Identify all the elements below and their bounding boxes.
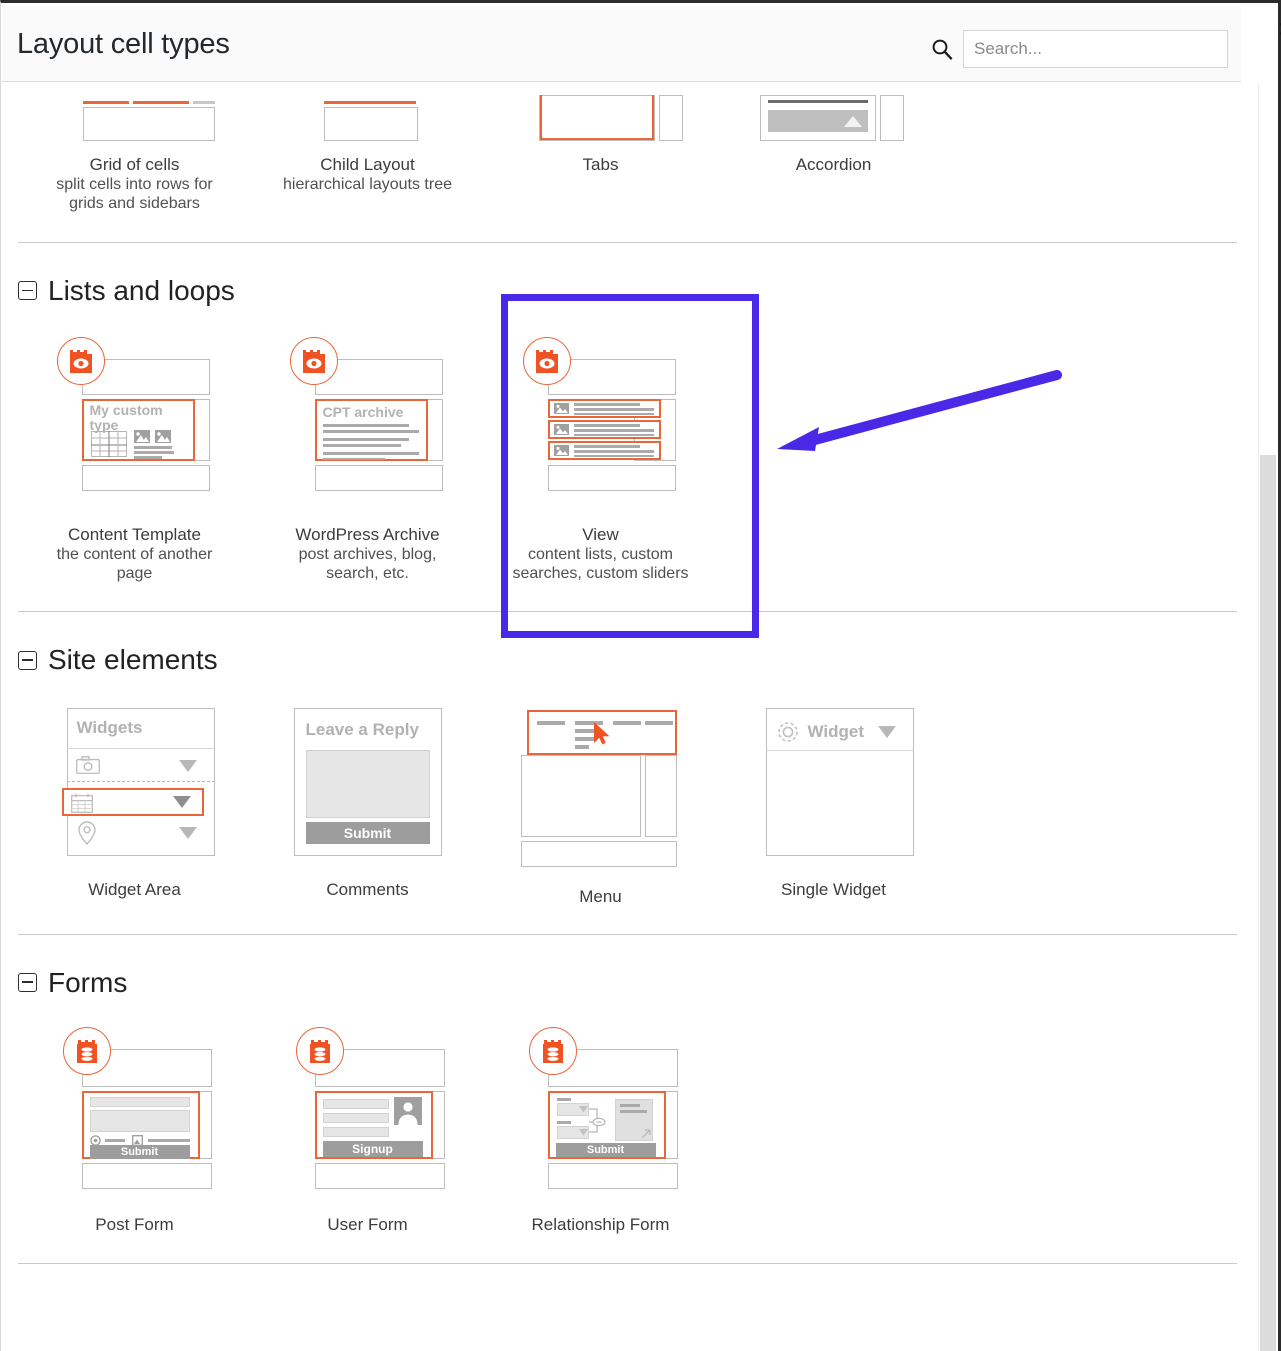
card-relationship-form[interactable]: Submit Relationship Form — [484, 1027, 717, 1235]
section-divider — [18, 934, 1237, 935]
card-title: Child Layout — [320, 154, 415, 175]
card-subtitle: the content of another page — [40, 545, 230, 583]
card-title: Single Widget — [781, 879, 886, 900]
section-header-forms[interactable]: Forms — [2, 967, 1241, 999]
dialog-body: Grid of cells split cells into rows for … — [2, 83, 1241, 1351]
scrollbar-thumb[interactable] — [1260, 455, 1276, 1351]
card-subtitle: content lists, custom searches, custom s… — [506, 545, 696, 583]
section-divider — [18, 242, 1237, 243]
eye-badge-icon — [290, 337, 338, 385]
section-title: Forms — [48, 967, 127, 999]
card-child-layout[interactable]: Child Layout hierarchical layouts tree — [251, 83, 484, 214]
card-title: Grid of cells — [90, 154, 180, 175]
card-comments[interactable]: Leave a Reply Submit Comments — [251, 708, 484, 907]
search-area — [931, 30, 1228, 68]
thumb-view — [521, 337, 681, 515]
section-divider — [18, 1263, 1237, 1264]
search-input[interactable] — [963, 30, 1228, 68]
vertical-scrollbar[interactable] — [1258, 83, 1275, 1351]
dialog-header: Layout cell types — [2, 6, 1241, 82]
close-icon[interactable]: ✖ — [1277, 17, 1281, 42]
card-wordpress-archive[interactable]: CPT archive WordPress Archive post archi… — [251, 337, 484, 584]
card-menu[interactable]: Menu — [484, 708, 717, 907]
form-badge-icon — [63, 1027, 111, 1075]
card-post-form[interactable]: Submit Post Form — [18, 1027, 251, 1235]
layout-cell-types-dialog: Layout cell types ✖ — [0, 0, 1281, 1351]
thumb-child-layout — [294, 83, 442, 145]
thumb-user-form: Signup — [288, 1027, 448, 1205]
card-title: Tabs — [583, 154, 619, 175]
thumb-grid-of-cells — [61, 83, 209, 145]
mock-submit-button: Submit — [556, 1143, 656, 1157]
thumb-widget-area: Widgets — [55, 708, 215, 870]
card-title: Widget Area — [88, 879, 181, 900]
section-site-elements-row: Widgets — [2, 708, 1241, 907]
section-lists-and-loops-row: My custom type — [2, 337, 1241, 584]
card-title: Menu — [579, 886, 622, 907]
page-title: Layout cell types — [17, 28, 230, 61]
card-tabs[interactable]: Tabs — [484, 83, 717, 214]
section-title: Site elements — [48, 644, 218, 676]
mock-label: Leave a Reply — [306, 720, 419, 740]
card-title: WordPress Archive — [295, 524, 439, 545]
thumb-tabs — [527, 83, 675, 145]
mock-signup-button: Signup — [323, 1141, 423, 1157]
card-widget-area[interactable]: Widgets — [18, 708, 251, 907]
card-single-widget[interactable]: Widget Single Widget — [717, 708, 950, 907]
thumb-single-widget: Widget — [754, 708, 914, 870]
mock-submit-button: Submit — [90, 1145, 190, 1159]
mock-label: Widgets — [77, 718, 143, 738]
card-title: View — [582, 524, 619, 545]
card-user-form[interactable]: Signup User Form — [251, 1027, 484, 1235]
mock-label: Widget — [808, 722, 865, 742]
collapse-minus-icon[interactable] — [18, 651, 37, 670]
card-title: Post Form — [95, 1214, 173, 1235]
section-forms-row: Submit Post Form — [2, 1027, 1241, 1235]
eye-badge-icon — [523, 337, 571, 385]
thumb-menu — [521, 708, 681, 870]
section-header-site-elements[interactable]: Site elements — [2, 644, 1241, 676]
form-badge-icon — [296, 1027, 344, 1075]
thumb-comments: Leave a Reply Submit — [288, 708, 448, 870]
collapse-minus-icon[interactable] — [18, 973, 37, 992]
card-view[interactable]: View content lists, custom searches, cus… — [484, 337, 717, 584]
card-title: Content Template — [68, 524, 201, 545]
card-title: Comments — [326, 879, 408, 900]
card-accordion[interactable]: Accordion — [717, 83, 950, 214]
thumb-post-form: Submit — [55, 1027, 215, 1205]
mock-label: CPT archive — [323, 404, 404, 420]
card-grid-of-cells[interactable]: Grid of cells split cells into rows for … — [18, 83, 251, 214]
section-title: Lists and loops — [48, 275, 235, 307]
collapse-minus-icon[interactable] — [18, 281, 37, 300]
card-title: User Form — [327, 1214, 407, 1235]
eye-badge-icon — [57, 337, 105, 385]
form-badge-icon — [529, 1027, 577, 1075]
thumb-accordion — [760, 83, 908, 145]
search-icon — [931, 38, 953, 60]
thumb-content-template: My custom type — [55, 337, 215, 515]
card-subtitle: hierarchical layouts tree — [283, 175, 452, 194]
mock-submit-button: Submit — [306, 822, 430, 844]
section-header-lists-and-loops[interactable]: Lists and loops — [2, 275, 1241, 307]
card-title: Relationship Form — [532, 1214, 670, 1235]
thumb-wordpress-archive: CPT archive — [288, 337, 448, 515]
thumb-relationship-form: Submit — [521, 1027, 681, 1205]
card-content-template[interactable]: My custom type — [18, 337, 251, 584]
section-layout-structure-row: Grid of cells split cells into rows for … — [2, 83, 1241, 214]
section-divider — [18, 611, 1237, 612]
card-title: Accordion — [796, 154, 872, 175]
card-subtitle: split cells into rows for grids and side… — [40, 175, 230, 213]
card-subtitle: post archives, blog, search, etc. — [273, 545, 463, 583]
